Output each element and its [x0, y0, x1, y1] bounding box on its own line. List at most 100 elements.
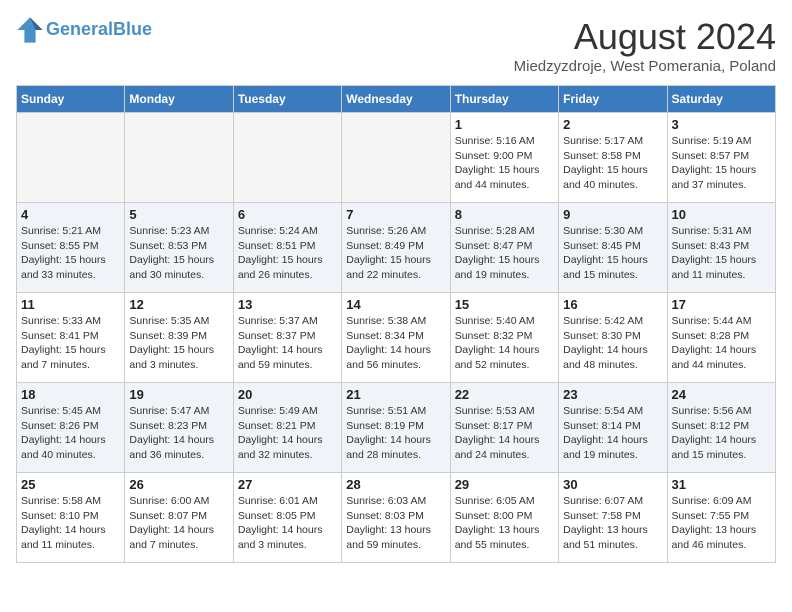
calendar-cell — [125, 113, 233, 203]
calendar-cell: 14 Sunrise: 5:38 AM Sunset: 8:34 PM Dayli… — [342, 293, 450, 383]
day-info: Sunrise: 5:37 AM Sunset: 8:37 PM Dayligh… — [238, 314, 337, 373]
weekday-header: Thursday — [450, 86, 558, 113]
day-info: Sunrise: 6:01 AM Sunset: 8:05 PM Dayligh… — [238, 494, 337, 553]
calendar-cell: 6 Sunrise: 5:24 AM Sunset: 8:51 PM Daylig… — [233, 203, 341, 293]
day-number: 8 — [455, 207, 554, 222]
day-number: 31 — [672, 477, 771, 492]
calendar-cell: 28 Sunrise: 6:03 AM Sunset: 8:03 PM Dayli… — [342, 473, 450, 563]
calendar-cell — [342, 113, 450, 203]
calendar-cell: 16Sunrise: 5:42 AM Sunset: 8:30 PM Dayli… — [559, 293, 667, 383]
day-number: 4 — [21, 207, 120, 222]
calendar-cell: 15Sunrise: 5:40 AM Sunset: 8:32 PM Dayli… — [450, 293, 558, 383]
weekday-header: Sunday — [17, 86, 125, 113]
day-number: 22 — [455, 387, 554, 402]
day-info: Sunrise: 6:09 AM Sunset: 7:55 PM Dayligh… — [672, 494, 771, 553]
calendar-cell: 30 Sunrise: 6:07 AM Sunset: 7:58 PM Dayli… — [559, 473, 667, 563]
calendar-cell: 1Sunrise: 5:16 AM Sunset: 9:00 PM Daylig… — [450, 113, 558, 203]
calendar-cell: 2 Sunrise: 5:17 AM Sunset: 8:58 PM Daylig… — [559, 113, 667, 203]
calendar-cell: 21 Sunrise: 5:51 AM Sunset: 8:19 PM Dayli… — [342, 383, 450, 473]
day-info: Sunrise: 5:49 AM Sunset: 8:21 PM Dayligh… — [238, 404, 337, 463]
day-info: Sunrise: 5:26 AM Sunset: 8:49 PM Dayligh… — [346, 224, 445, 283]
page-header: GeneralBlue August 2024 Miedzyzdroje, We… — [16, 16, 776, 75]
logo-icon — [16, 16, 44, 44]
calendar-cell: 11Sunrise: 5:33 AM Sunset: 8:41 PM Dayli… — [17, 293, 125, 383]
weekday-header: Saturday — [667, 86, 775, 113]
calendar-cell: 24 Sunrise: 5:56 AM Sunset: 8:12 PM Dayli… — [667, 383, 775, 473]
day-info: Sunrise: 5:17 AM Sunset: 8:58 PM Dayligh… — [563, 134, 662, 193]
day-info: Sunrise: 5:28 AM Sunset: 8:47 PM Dayligh… — [455, 224, 554, 283]
day-info: Sunrise: 5:23 AM Sunset: 8:53 PM Dayligh… — [129, 224, 228, 283]
day-number: 3 — [672, 117, 771, 132]
day-number: 9 — [563, 207, 662, 222]
day-info: Sunrise: 5:45 AM Sunset: 8:26 PM Dayligh… — [21, 404, 120, 463]
logo-line1: General — [46, 19, 113, 39]
day-number: 30 — [563, 477, 662, 492]
calendar-cell: 5Sunrise: 5:23 AM Sunset: 8:53 PM Daylig… — [125, 203, 233, 293]
day-info: Sunrise: 5:54 AM Sunset: 8:14 PM Dayligh… — [563, 404, 662, 463]
calendar-cell: 17Sunrise: 5:44 AM Sunset: 8:28 PM Dayli… — [667, 293, 775, 383]
calendar-week-row: 25Sunrise: 5:58 AM Sunset: 8:10 PM Dayli… — [17, 473, 776, 563]
day-number: 13 — [238, 297, 337, 312]
calendar-cell — [17, 113, 125, 203]
calendar-cell: 23 Sunrise: 5:54 AM Sunset: 8:14 PM Dayli… — [559, 383, 667, 473]
calendar-cell: 10 Sunrise: 5:31 AM Sunset: 8:43 PM Dayli… — [667, 203, 775, 293]
calendar-cell: 9 Sunrise: 5:30 AM Sunset: 8:45 PM Daylig… — [559, 203, 667, 293]
day-number: 19 — [129, 387, 228, 402]
day-number: 11 — [21, 297, 120, 312]
calendar-week-row: 1Sunrise: 5:16 AM Sunset: 9:00 PM Daylig… — [17, 113, 776, 203]
calendar-cell: 18 Sunrise: 5:45 AM Sunset: 8:26 PM Dayli… — [17, 383, 125, 473]
day-number: 23 — [563, 387, 662, 402]
calendar-week-row: 4 Sunrise: 5:21 AM Sunset: 8:55 PM Daylig… — [17, 203, 776, 293]
day-number: 18 — [21, 387, 120, 402]
title-block: August 2024 Miedzyzdroje, West Pomerania… — [514, 16, 776, 75]
day-info: Sunrise: 6:03 AM Sunset: 8:03 PM Dayligh… — [346, 494, 445, 553]
day-number: 16 — [563, 297, 662, 312]
calendar-cell: 27Sunrise: 6:01 AM Sunset: 8:05 PM Dayli… — [233, 473, 341, 563]
logo-line2: Blue — [113, 19, 152, 39]
day-info: Sunrise: 6:05 AM Sunset: 8:00 PM Dayligh… — [455, 494, 554, 553]
day-number: 12 — [129, 297, 228, 312]
calendar-cell: 13 Sunrise: 5:37 AM Sunset: 8:37 PM Dayli… — [233, 293, 341, 383]
calendar-cell: 4 Sunrise: 5:21 AM Sunset: 8:55 PM Daylig… — [17, 203, 125, 293]
calendar-week-row: 18 Sunrise: 5:45 AM Sunset: 8:26 PM Dayli… — [17, 383, 776, 473]
day-info: Sunrise: 5:58 AM Sunset: 8:10 PM Dayligh… — [21, 494, 120, 553]
weekday-header: Wednesday — [342, 86, 450, 113]
day-info: Sunrise: 5:56 AM Sunset: 8:12 PM Dayligh… — [672, 404, 771, 463]
location-subtitle: Miedzyzdroje, West Pomerania, Poland — [514, 58, 776, 75]
day-info: Sunrise: 5:31 AM Sunset: 8:43 PM Dayligh… — [672, 224, 771, 283]
calendar-cell: 20Sunrise: 5:49 AM Sunset: 8:21 PM Dayli… — [233, 383, 341, 473]
day-info: Sunrise: 5:47 AM Sunset: 8:23 PM Dayligh… — [129, 404, 228, 463]
day-number: 17 — [672, 297, 771, 312]
day-number: 1 — [455, 117, 554, 132]
day-number: 10 — [672, 207, 771, 222]
day-number: 21 — [346, 387, 445, 402]
calendar-cell — [233, 113, 341, 203]
day-info: Sunrise: 5:38 AM Sunset: 8:34 PM Dayligh… — [346, 314, 445, 373]
day-number: 24 — [672, 387, 771, 402]
day-info: Sunrise: 5:51 AM Sunset: 8:19 PM Dayligh… — [346, 404, 445, 463]
weekday-header: Monday — [125, 86, 233, 113]
weekday-header-row: SundayMondayTuesdayWednesdayThursdayFrid… — [17, 86, 776, 113]
day-number: 26 — [129, 477, 228, 492]
day-info: Sunrise: 5:24 AM Sunset: 8:51 PM Dayligh… — [238, 224, 337, 283]
day-info: Sunrise: 6:07 AM Sunset: 7:58 PM Dayligh… — [563, 494, 662, 553]
calendar-cell: 26Sunrise: 6:00 AM Sunset: 8:07 PM Dayli… — [125, 473, 233, 563]
day-number: 2 — [563, 117, 662, 132]
day-number: 14 — [346, 297, 445, 312]
month-title: August 2024 — [514, 16, 776, 58]
day-number: 6 — [238, 207, 337, 222]
calendar-cell: 22 Sunrise: 5:53 AM Sunset: 8:17 PM Dayli… — [450, 383, 558, 473]
day-info: Sunrise: 5:30 AM Sunset: 8:45 PM Dayligh… — [563, 224, 662, 283]
day-info: Sunrise: 5:53 AM Sunset: 8:17 PM Dayligh… — [455, 404, 554, 463]
day-info: Sunrise: 5:40 AM Sunset: 8:32 PM Dayligh… — [455, 314, 554, 373]
day-info: Sunrise: 5:35 AM Sunset: 8:39 PM Dayligh… — [129, 314, 228, 373]
calendar-cell: 31 Sunrise: 6:09 AM Sunset: 7:55 PM Dayli… — [667, 473, 775, 563]
day-info: Sunrise: 5:21 AM Sunset: 8:55 PM Dayligh… — [21, 224, 120, 283]
calendar-cell: 29 Sunrise: 6:05 AM Sunset: 8:00 PM Dayli… — [450, 473, 558, 563]
day-number: 7 — [346, 207, 445, 222]
calendar-cell: 3 Sunrise: 5:19 AM Sunset: 8:57 PM Daylig… — [667, 113, 775, 203]
day-number: 28 — [346, 477, 445, 492]
day-number: 29 — [455, 477, 554, 492]
calendar-cell: 7 Sunrise: 5:26 AM Sunset: 8:49 PM Daylig… — [342, 203, 450, 293]
day-info: Sunrise: 5:19 AM Sunset: 8:57 PM Dayligh… — [672, 134, 771, 193]
